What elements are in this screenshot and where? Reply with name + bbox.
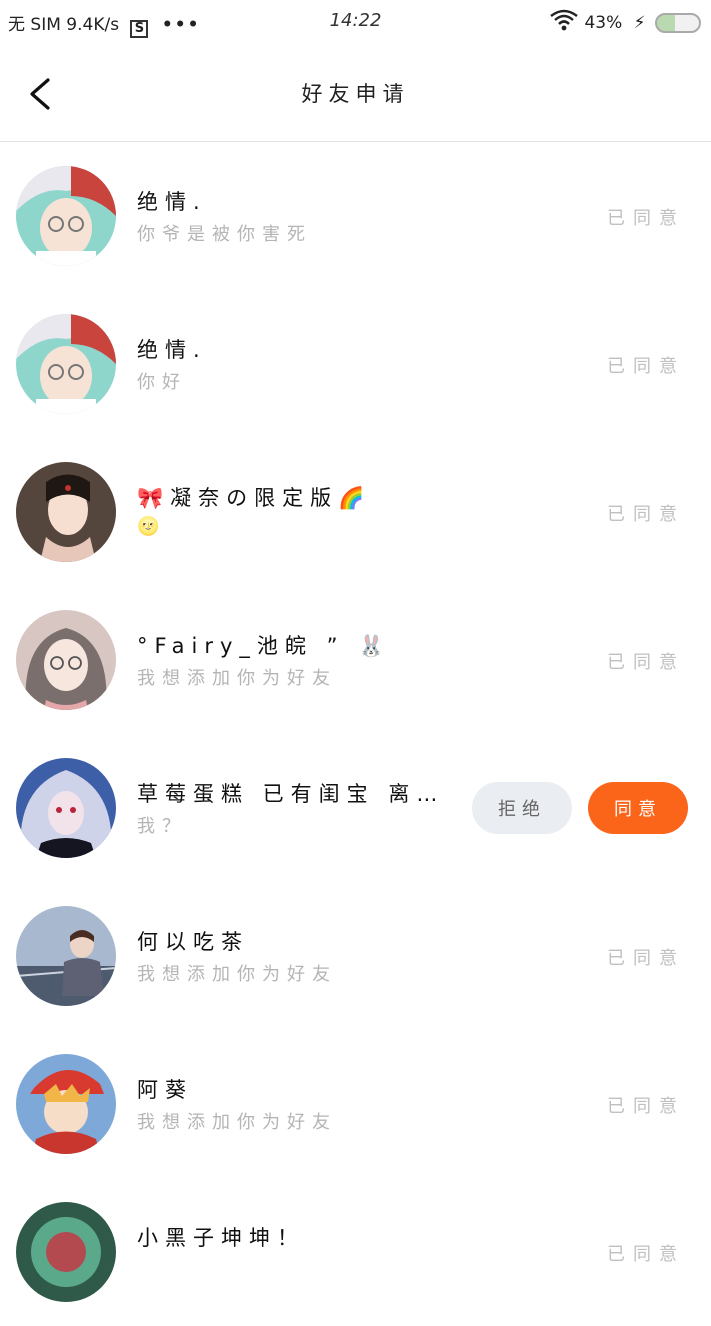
request-name: 🎀凝奈の限定版🌈 <box>137 486 372 510</box>
request-row[interactable]: 绝情. 你好 已同意 <box>0 290 711 438</box>
accept-button[interactable]: 同意 <box>588 782 688 834</box>
accepted-status: 已同意 <box>607 948 685 969</box>
status-bar: 无 SIM 9.4K/s S ••• 14:22 43% ⚡ <box>0 0 711 46</box>
avatar[interactable] <box>16 166 116 266</box>
request-name: 小黑子坤坤！ <box>137 1226 305 1250</box>
accepted-status: 已同意 <box>607 356 685 377</box>
request-message: 你爷是被你害死 <box>137 224 312 245</box>
wifi-icon <box>549 8 579 37</box>
avatar[interactable] <box>16 1202 116 1302</box>
request-row[interactable]: °Fairy_池皖 ” 🐰 我想添加你为好友 已同意 <box>0 586 711 734</box>
request-name: 草莓蛋糕 已有闺宝 离… <box>137 782 445 806</box>
battery-icon <box>655 12 701 33</box>
request-name: °Fairy_池皖 ” 🐰 <box>137 634 392 658</box>
status-right: 43% ⚡ <box>549 8 701 34</box>
request-message: 你好 <box>137 372 187 393</box>
friend-request-list: 绝情. 你爷是被你害死 已同意 绝情. 你好 已同意 🎀凝奈の限定版🌈 🌝 已同… <box>0 142 711 1326</box>
avatar[interactable] <box>16 314 116 414</box>
nav-header: 好友申请 <box>0 46 711 142</box>
request-name: 何以吃茶 <box>137 930 249 954</box>
avatar[interactable] <box>16 462 116 562</box>
request-name: 绝情. <box>137 190 207 214</box>
avatar[interactable] <box>16 1054 116 1154</box>
request-row[interactable]: 小黑子坤坤！ 已同意 <box>0 1178 711 1326</box>
request-message: 我？ <box>137 816 187 837</box>
request-name: 阿葵 <box>137 1078 193 1102</box>
request-row[interactable]: 🎀凝奈の限定版🌈 🌝 已同意 <box>0 438 711 586</box>
accepted-status: 已同意 <box>607 208 685 229</box>
request-name: 绝情. <box>137 338 207 362</box>
request-message: 🌝 <box>137 516 167 537</box>
charging-bolt-icon: ⚡ <box>633 12 646 33</box>
request-row[interactable]: 阿葵 我想添加你为好友 已同意 <box>0 1030 711 1178</box>
request-row[interactable]: 何以吃茶 我想添加你为好友 已同意 <box>0 882 711 1030</box>
avatar[interactable] <box>16 610 116 710</box>
reject-button[interactable]: 拒绝 <box>472 782 572 834</box>
battery-percent: 43% <box>584 12 623 33</box>
request-message: 我想添加你为好友 <box>137 668 337 689</box>
avatar[interactable] <box>16 906 116 1006</box>
accepted-status: 已同意 <box>607 504 685 525</box>
avatar[interactable] <box>16 758 116 858</box>
accepted-status: 已同意 <box>607 1096 685 1117</box>
accepted-status: 已同意 <box>607 652 685 673</box>
page-title: 好友申请 <box>301 82 410 106</box>
request-row-pending[interactable]: 草莓蛋糕 已有闺宝 离… 我？ 拒绝 同意 <box>0 734 711 882</box>
request-message: 我想添加你为好友 <box>137 1112 337 1133</box>
request-message: 我想添加你为好友 <box>137 964 337 985</box>
request-row[interactable]: 绝情. 你爷是被你害死 已同意 <box>0 142 711 290</box>
